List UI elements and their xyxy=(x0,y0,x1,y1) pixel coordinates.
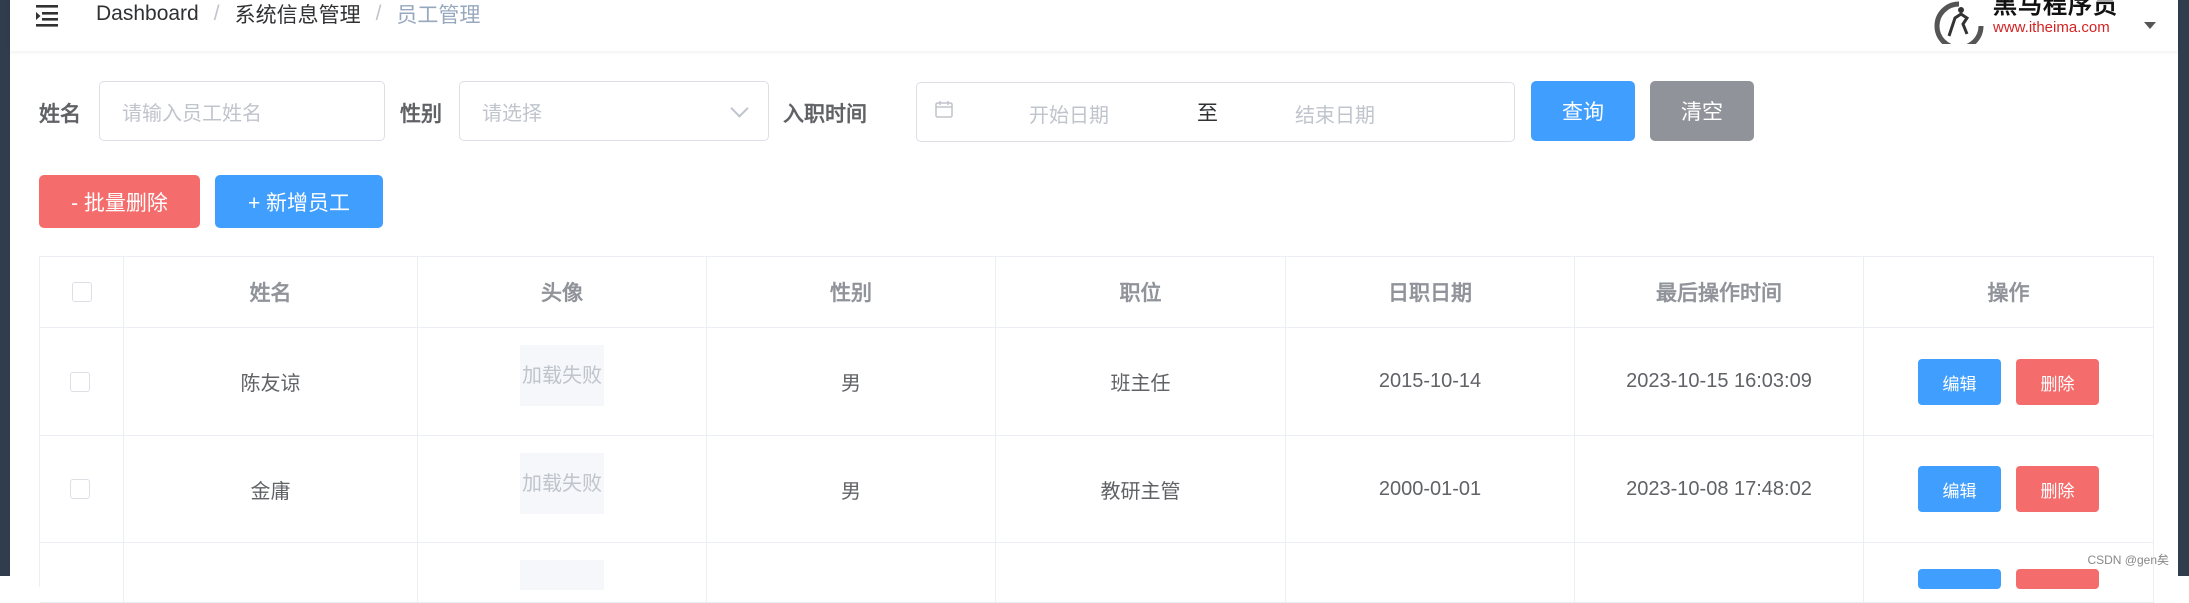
delete-button[interactable]: 删除 xyxy=(2016,359,2099,405)
brand-url: www.itheima.com xyxy=(1993,19,2110,36)
delete-button[interactable] xyxy=(2016,569,2099,589)
delete-button[interactable]: 删除 xyxy=(2016,466,2099,512)
cell-job xyxy=(996,543,1286,603)
sidebar-edge xyxy=(0,0,10,576)
cell-name: 陈友谅 xyxy=(124,328,418,436)
cell-update-time: 2023-10-08 17:48:02 xyxy=(1575,436,1864,543)
chevron-down-icon xyxy=(730,99,749,118)
breadcrumb-system-info[interactable]: 系统信息管理 xyxy=(235,0,361,29)
row-checkbox[interactable] xyxy=(69,371,90,392)
edit-button[interactable] xyxy=(1918,569,2001,589)
entry-date-range-picker[interactable]: 开始日期 至 结束日期 xyxy=(916,82,1515,142)
row-select-cell xyxy=(40,543,124,603)
row-select-cell xyxy=(40,436,124,543)
breadcrumb-employee-management: 员工管理 xyxy=(396,4,481,27)
cell-job: 班主任 xyxy=(996,328,1286,436)
column-header-name: 姓名 xyxy=(124,257,418,328)
column-header-update-time: 最后操作时间 xyxy=(1575,257,1864,328)
top-navbar: Dashboard / 系统信息管理 / 员工管理 黑马程序员 www.ithe… xyxy=(10,0,2178,51)
cell-gender xyxy=(707,543,996,603)
range-separator: 至 xyxy=(1197,102,1218,125)
cell-gender: 男 xyxy=(707,328,996,436)
gender-select[interactable]: 请选择 xyxy=(459,81,769,141)
cell-name: 金庸 xyxy=(124,436,418,543)
query-button[interactable]: 查询 xyxy=(1531,81,1635,141)
calendar-icon xyxy=(935,101,953,118)
brand-name: 黑马程序员 xyxy=(1993,0,2118,19)
cell-avatar: 加载失败 xyxy=(418,328,707,436)
edit-button[interactable]: 编辑 xyxy=(1918,359,2001,405)
entry-date-label: 入职时间 xyxy=(783,103,867,126)
cell-entry-date xyxy=(1286,543,1575,603)
start-date-placeholder[interactable]: 开始日期 xyxy=(1029,99,1109,128)
avatar-image-placeholder: 加载失败 xyxy=(520,453,604,514)
column-header-avatar: 头像 xyxy=(418,257,707,328)
name-label: 姓名 xyxy=(39,103,81,126)
horse-logo-icon xyxy=(1934,1,1984,44)
batch-delete-button[interactable]: - 批量删除 xyxy=(39,175,200,228)
breadcrumb-dashboard[interactable]: Dashboard xyxy=(96,2,199,26)
employee-table: 姓名 头像 性别 职位 日职日期 最后操作时间 操作 陈友谅 加载失败 男 班主… xyxy=(39,256,2154,603)
row-checkbox[interactable] xyxy=(69,479,90,499)
watermark: CSDN @gen矣 xyxy=(2087,553,2169,567)
breadcrumb: Dashboard / 系统信息管理 / 员工管理 xyxy=(96,0,480,28)
column-header-job: 职位 xyxy=(996,257,1286,328)
row-select-cell xyxy=(40,328,124,436)
breadcrumb-separator: / xyxy=(375,2,382,25)
select-all-cell xyxy=(40,257,124,328)
breadcrumb-separator: / xyxy=(213,2,220,25)
select-all-checkbox[interactable] xyxy=(71,282,92,302)
name-input-placeholder: 请输入员工姓名 xyxy=(122,102,262,125)
gender-select-placeholder: 请选择 xyxy=(482,102,542,125)
clear-button[interactable]: 清空 xyxy=(1650,81,1754,141)
avatar-image-placeholder: 加载失败 xyxy=(520,345,604,406)
cell-name xyxy=(124,543,418,603)
edit-button[interactable]: 编辑 xyxy=(1918,466,2001,512)
gender-label: 性别 xyxy=(400,103,442,126)
avatar-image-placeholder xyxy=(520,560,604,590)
cell-update-time xyxy=(1575,543,1864,603)
hamburger-icon[interactable] xyxy=(34,2,62,28)
cell-entry-date: 2015-10-14 xyxy=(1286,328,1575,436)
end-date-placeholder[interactable]: 结束日期 xyxy=(1295,99,1375,128)
cell-job: 教研主管 xyxy=(996,436,1286,543)
cell-avatar: 加载失败 xyxy=(418,436,707,543)
cell-operations: 编辑 删除 xyxy=(1864,328,2154,436)
cell-avatar xyxy=(418,543,707,603)
column-header-operation: 操作 xyxy=(1864,257,2154,328)
cell-operations: 编辑 删除 xyxy=(1864,436,2154,543)
brand-logo[interactable]: 黑马程序员 www.itheima.com xyxy=(1931,0,2118,44)
cell-entry-date: 2000-01-01 xyxy=(1286,436,1575,543)
scroll-edge xyxy=(2178,0,2189,576)
cell-gender: 男 xyxy=(707,436,996,543)
column-header-gender: 性别 xyxy=(707,257,996,328)
cell-update-time: 2023-10-15 16:03:09 xyxy=(1575,328,1864,436)
add-employee-button[interactable]: + 新增员工 xyxy=(215,175,383,228)
column-header-entry-date: 日职日期 xyxy=(1286,257,1575,328)
user-dropdown-caret-icon[interactable] xyxy=(2144,22,2156,29)
name-search-input[interactable]: 请输入员工姓名 xyxy=(99,81,385,141)
